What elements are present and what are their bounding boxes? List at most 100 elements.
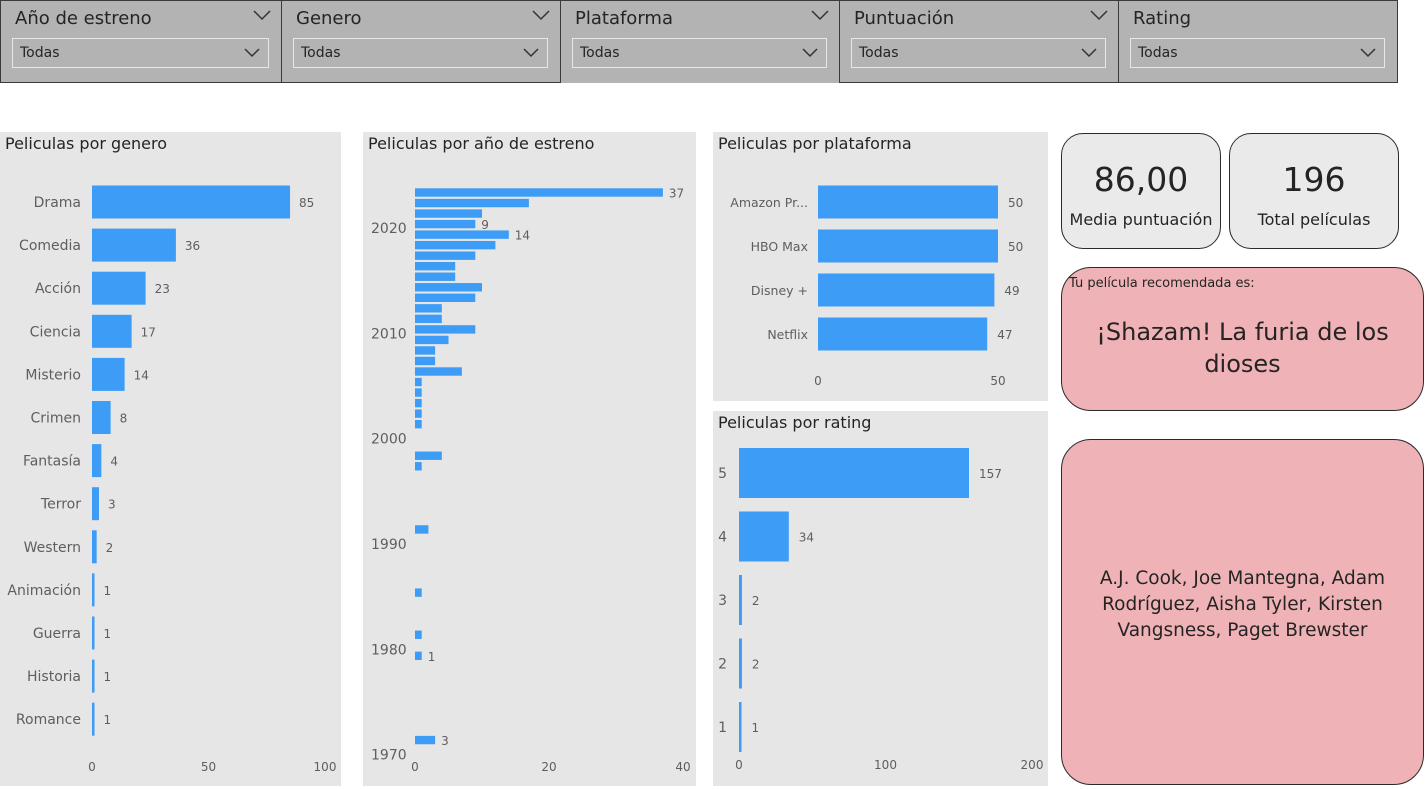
- genre-chart-panel: Peliculas por genero Drama 85 Comedia 36 Acc…: [0, 132, 341, 786]
- x-tick-label: 20: [541, 760, 556, 774]
- data-label: 23: [155, 282, 170, 296]
- bar: [415, 462, 422, 471]
- bar: [415, 198, 529, 208]
- slicer-genre: Genero Todas: [281, 0, 561, 83]
- chevron-down-icon[interactable]: [1090, 9, 1108, 21]
- rating-bar-chart: 5 157 4 34 3 2 2 2 1 1 0 100 200: [718, 448, 1044, 772]
- data-label: 47: [997, 328, 1012, 342]
- bar: [92, 314, 132, 348]
- bar: [415, 304, 442, 313]
- x-tick-label: 50: [201, 760, 216, 774]
- slicer-rating: Rating Todas: [1118, 0, 1398, 83]
- recommended-movie-title: ¡Shazam! La furia de los dioses: [1096, 318, 1389, 378]
- total-movies-label: Total películas: [1257, 210, 1371, 229]
- category-label: 2: [718, 657, 727, 673]
- y-tick-label: 1990: [371, 537, 407, 553]
- data-label: 1: [428, 650, 436, 664]
- bar: [415, 283, 482, 292]
- bar: [92, 659, 95, 693]
- bar: [739, 575, 742, 625]
- bar: [415, 272, 456, 281]
- platform-dropdown[interactable]: Todas: [572, 38, 827, 68]
- bar: [415, 419, 422, 429]
- data-label: 2: [106, 541, 114, 555]
- bar: [415, 377, 422, 387]
- bar: [415, 240, 496, 250]
- rating-dropdown[interactable]: Todas: [1130, 38, 1385, 68]
- dropdown-value: Todas: [20, 45, 60, 61]
- release-year-dropdown[interactable]: Todas: [12, 38, 269, 68]
- bar: [415, 651, 422, 661]
- category-label: 3: [718, 593, 727, 609]
- chevron-down-icon: [1081, 48, 1097, 58]
- bar: [818, 317, 988, 351]
- cast-card: A.J. Cook, Joe Mantegna, Adam Rodríguez,…: [1061, 439, 1424, 785]
- bar: [818, 185, 998, 219]
- bar: [92, 357, 125, 391]
- slicer-release-year: Año de estreno Todas: [0, 0, 282, 83]
- data-label: 4: [110, 455, 118, 469]
- chevron-down-icon[interactable]: [253, 9, 271, 21]
- slicer-score: Puntuación Todas: [839, 0, 1119, 83]
- y-tick-label: 2020: [371, 221, 407, 237]
- category-label: Ciencia: [30, 324, 81, 340]
- bar: [415, 525, 429, 534]
- y-tick-label: 1980: [371, 642, 407, 658]
- data-label: 50: [1008, 196, 1023, 210]
- bar: [415, 314, 442, 324]
- bar: [415, 356, 436, 366]
- platform-bar-chart: Amazon Pr... 50 HBO Max 50 Disney + 49 Netflix…: [730, 185, 1023, 388]
- bar: [415, 451, 442, 460]
- x-tick-label: 50: [990, 374, 1005, 388]
- bar: [415, 293, 476, 302]
- bar: [415, 398, 422, 408]
- bar: [92, 616, 95, 650]
- genre-bar-chart: Drama 85Comedia 36Acción 23Ciencia 17Misteri…: [7, 185, 337, 774]
- category-label: Crimen: [30, 411, 81, 427]
- score-dropdown[interactable]: Todas: [851, 38, 1106, 68]
- bar: [92, 444, 102, 478]
- bar: [92, 185, 291, 219]
- data-label: 49: [1004, 284, 1019, 298]
- chevron-down-icon[interactable]: [811, 9, 829, 21]
- recommendation-card: Tu película recomendada es: ¡Shazam! La …: [1061, 267, 1424, 411]
- category-label: Guerra: [33, 626, 81, 642]
- bar: [818, 229, 998, 263]
- bar: [415, 630, 422, 639]
- cast-list: A.J. Cook, Joe Mantegna, Adam Rodríguez,…: [1099, 568, 1386, 641]
- category-label: Drama: [34, 195, 81, 211]
- category-label: 4: [718, 530, 727, 546]
- data-label: 1: [752, 721, 760, 735]
- bar: [92, 530, 97, 564]
- data-label: 37: [669, 187, 684, 201]
- genre-dropdown[interactable]: Todas: [293, 38, 548, 68]
- category-label: HBO Max: [751, 239, 808, 254]
- data-label: 1: [104, 584, 112, 598]
- bar: [415, 230, 509, 239]
- x-tick-label: 100: [874, 758, 897, 772]
- total-movies-value: 196: [1282, 160, 1346, 199]
- y-tick-label: 2010: [371, 326, 407, 342]
- bar: [415, 335, 449, 345]
- bar: [415, 409, 422, 418]
- category-label: Romance: [16, 712, 81, 728]
- dropdown-value: Todas: [580, 45, 620, 61]
- bar: [415, 735, 436, 745]
- slicer-title: Año de estreno: [15, 8, 152, 29]
- bar: [415, 188, 663, 197]
- x-tick-label: 100: [314, 760, 337, 774]
- category-label: Comedia: [19, 238, 81, 254]
- x-tick-label: 200: [1021, 758, 1044, 772]
- bar: [739, 448, 970, 498]
- data-label: 3: [441, 734, 449, 748]
- bar: [415, 262, 456, 271]
- chevron-down-icon[interactable]: [532, 9, 550, 21]
- y-tick-label: 1970: [371, 748, 407, 764]
- category-label: Netflix: [767, 327, 808, 342]
- bar: [415, 346, 436, 355]
- data-label: 9: [481, 218, 489, 232]
- slicer-platform: Plataforma Todas: [560, 0, 840, 83]
- bar: [415, 219, 476, 229]
- dropdown-value: Todas: [301, 45, 341, 61]
- total-movies-card: 196 Total películas: [1229, 133, 1399, 249]
